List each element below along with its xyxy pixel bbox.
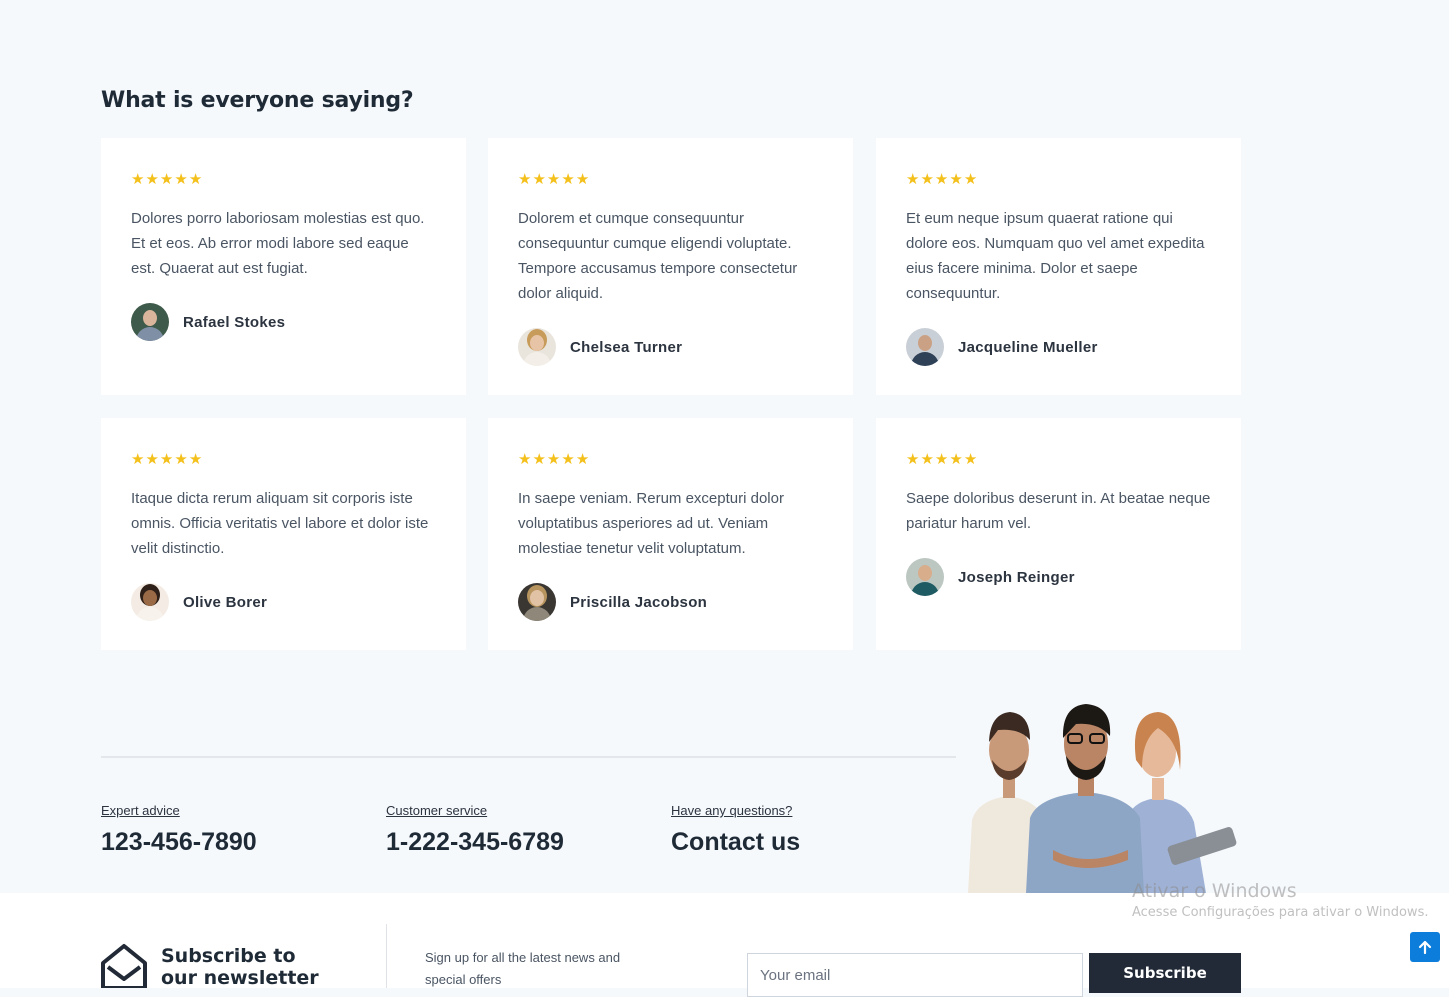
newsletter-description: Sign up for all the latest news and spec… [425, 950, 621, 987]
divider [101, 756, 956, 758]
rating-stars: ★ ★ ★ ★ ★ [131, 170, 436, 188]
star-icon: ★ [546, 170, 561, 188]
testimonial-author: Joseph Reinger [906, 558, 1211, 596]
star-icon: ★ [561, 450, 575, 468]
testimonial-card: ★ ★ ★ ★ ★ Et eum neque ipsum quaerat rat… [876, 138, 1241, 395]
star-icon: ★ [159, 450, 174, 468]
star-icon: ★ [131, 450, 145, 468]
testimonial-quote: Saepe doloribus deserunt in. At beatae n… [906, 490, 1211, 532]
star-icon: ★ [963, 170, 978, 188]
star-icon: ★ [906, 450, 920, 468]
avatar [518, 328, 556, 366]
star-icon: ★ [518, 170, 532, 188]
watermark-title: Ativar o Windows [1132, 880, 1297, 902]
contact-label[interactable]: Expert advice [101, 803, 257, 818]
star-icon: ★ [963, 450, 978, 468]
email-field[interactable] [747, 953, 1083, 997]
author-name: Priscilla Jacobson [570, 593, 708, 611]
testimonial-author: Jacqueline Mueller [906, 328, 1211, 366]
avatar [518, 583, 556, 621]
author-name: Joseph Reinger [958, 568, 1075, 586]
testimonial-author: Rafael Stokes [131, 303, 436, 341]
watermark-subtitle: Acesse Configurações para ativar o Windo… [1132, 905, 1429, 920]
testimonial-author: Chelsea Turner [518, 328, 823, 366]
contact-phone: 123-456-7890 [101, 828, 257, 856]
author-name: Jacqueline Mueller [958, 338, 1098, 356]
avatar [131, 583, 169, 621]
testimonial-quote: Et eum neque ipsum quaerat ratione qui d… [906, 210, 1205, 302]
testimonial-quote: Dolorem et cumque consequuntur consequun… [518, 210, 798, 302]
star-icon: ★ [920, 450, 934, 468]
envelope-open-icon [101, 944, 147, 988]
star-icon: ★ [561, 170, 575, 188]
testimonial-card: ★ ★ ★ ★ ★ Dolores porro laboriosam moles… [101, 138, 466, 395]
testimonial-quote: In saepe veniam. Rerum excepturi dolor v… [518, 490, 784, 557]
star-icon: ★ [575, 170, 590, 188]
star-icon: ★ [174, 170, 188, 188]
testimonial-card: ★ ★ ★ ★ ★ Saepe doloribus deserunt in. A… [876, 418, 1241, 650]
author-name: Chelsea Turner [570, 338, 683, 356]
testimonial-quote: Itaque dicta rerum aliquam sit corporis … [131, 490, 429, 557]
star-icon: ★ [934, 170, 949, 188]
section-title: What is everyone saying? [101, 88, 414, 113]
testimonial-author: Priscilla Jacobson [518, 583, 823, 621]
scroll-to-top-button[interactable] [1410, 932, 1440, 962]
newsletter-title-line1: Subscribe to [161, 945, 296, 967]
star-icon: ★ [188, 450, 203, 468]
rating-stars: ★ ★ ★ ★ ★ [906, 170, 1211, 188]
star-icon: ★ [532, 170, 546, 188]
rating-stars: ★ ★ ★ ★ ★ [518, 170, 823, 188]
star-icon: ★ [906, 170, 920, 188]
star-icon: ★ [174, 450, 188, 468]
arrow-up-icon [1418, 940, 1432, 955]
contact-label[interactable]: Customer service [386, 803, 564, 818]
contact-expert-advice: Expert advice 123-456-7890 [101, 803, 257, 857]
avatar [131, 303, 169, 341]
star-icon: ★ [575, 450, 590, 468]
star-icon: ★ [532, 450, 546, 468]
star-icon: ★ [518, 450, 532, 468]
testimonial-card: ★ ★ ★ ★ ★ In saepe veniam. Rerum exceptu… [488, 418, 853, 650]
newsletter-title-line2: our newsletter [161, 967, 319, 989]
rating-stars: ★ ★ ★ ★ ★ [131, 450, 436, 468]
star-icon: ★ [934, 450, 949, 468]
contact-customer-service: Customer service 1-222-345-6789 [386, 803, 564, 857]
star-icon: ★ [131, 170, 145, 188]
star-icon: ★ [949, 450, 963, 468]
author-name: Olive Borer [183, 593, 268, 611]
rating-stars: ★ ★ ★ ★ ★ [518, 450, 823, 468]
star-icon: ★ [145, 450, 159, 468]
contact-phone: 1-222-345-6789 [386, 828, 564, 856]
contact-questions: Have any questions? Contact us [671, 803, 800, 857]
star-icon: ★ [188, 170, 203, 188]
newsletter-title: Subscribe to our newsletter [161, 945, 319, 989]
star-icon: ★ [920, 170, 934, 188]
avatar [906, 328, 944, 366]
testimonial-author: Olive Borer [131, 583, 436, 621]
team-photo [968, 704, 1237, 893]
star-icon: ★ [159, 170, 174, 188]
testimonial-card: ★ ★ ★ ★ ★ Dolorem et cumque consequuntur… [488, 138, 853, 395]
subscribe-button[interactable]: Subscribe [1089, 953, 1241, 993]
testimonial-quote: Dolores porro laboriosam molestias est q… [131, 210, 425, 277]
windows-activation-watermark: Ativar o Windows Acesse Configurações pa… [1132, 880, 1428, 920]
contact-label[interactable]: Have any questions? [671, 803, 800, 818]
star-icon: ★ [546, 450, 561, 468]
divider [386, 924, 387, 988]
star-icon: ★ [949, 170, 963, 188]
testimonial-card: ★ ★ ★ ★ ★ Itaque dicta rerum aliquam sit… [101, 418, 466, 650]
star-icon: ★ [145, 170, 159, 188]
contact-us-link[interactable]: Contact us [671, 828, 800, 857]
rating-stars: ★ ★ ★ ★ ★ [906, 450, 1211, 468]
avatar [906, 558, 944, 596]
author-name: Rafael Stokes [183, 313, 286, 331]
